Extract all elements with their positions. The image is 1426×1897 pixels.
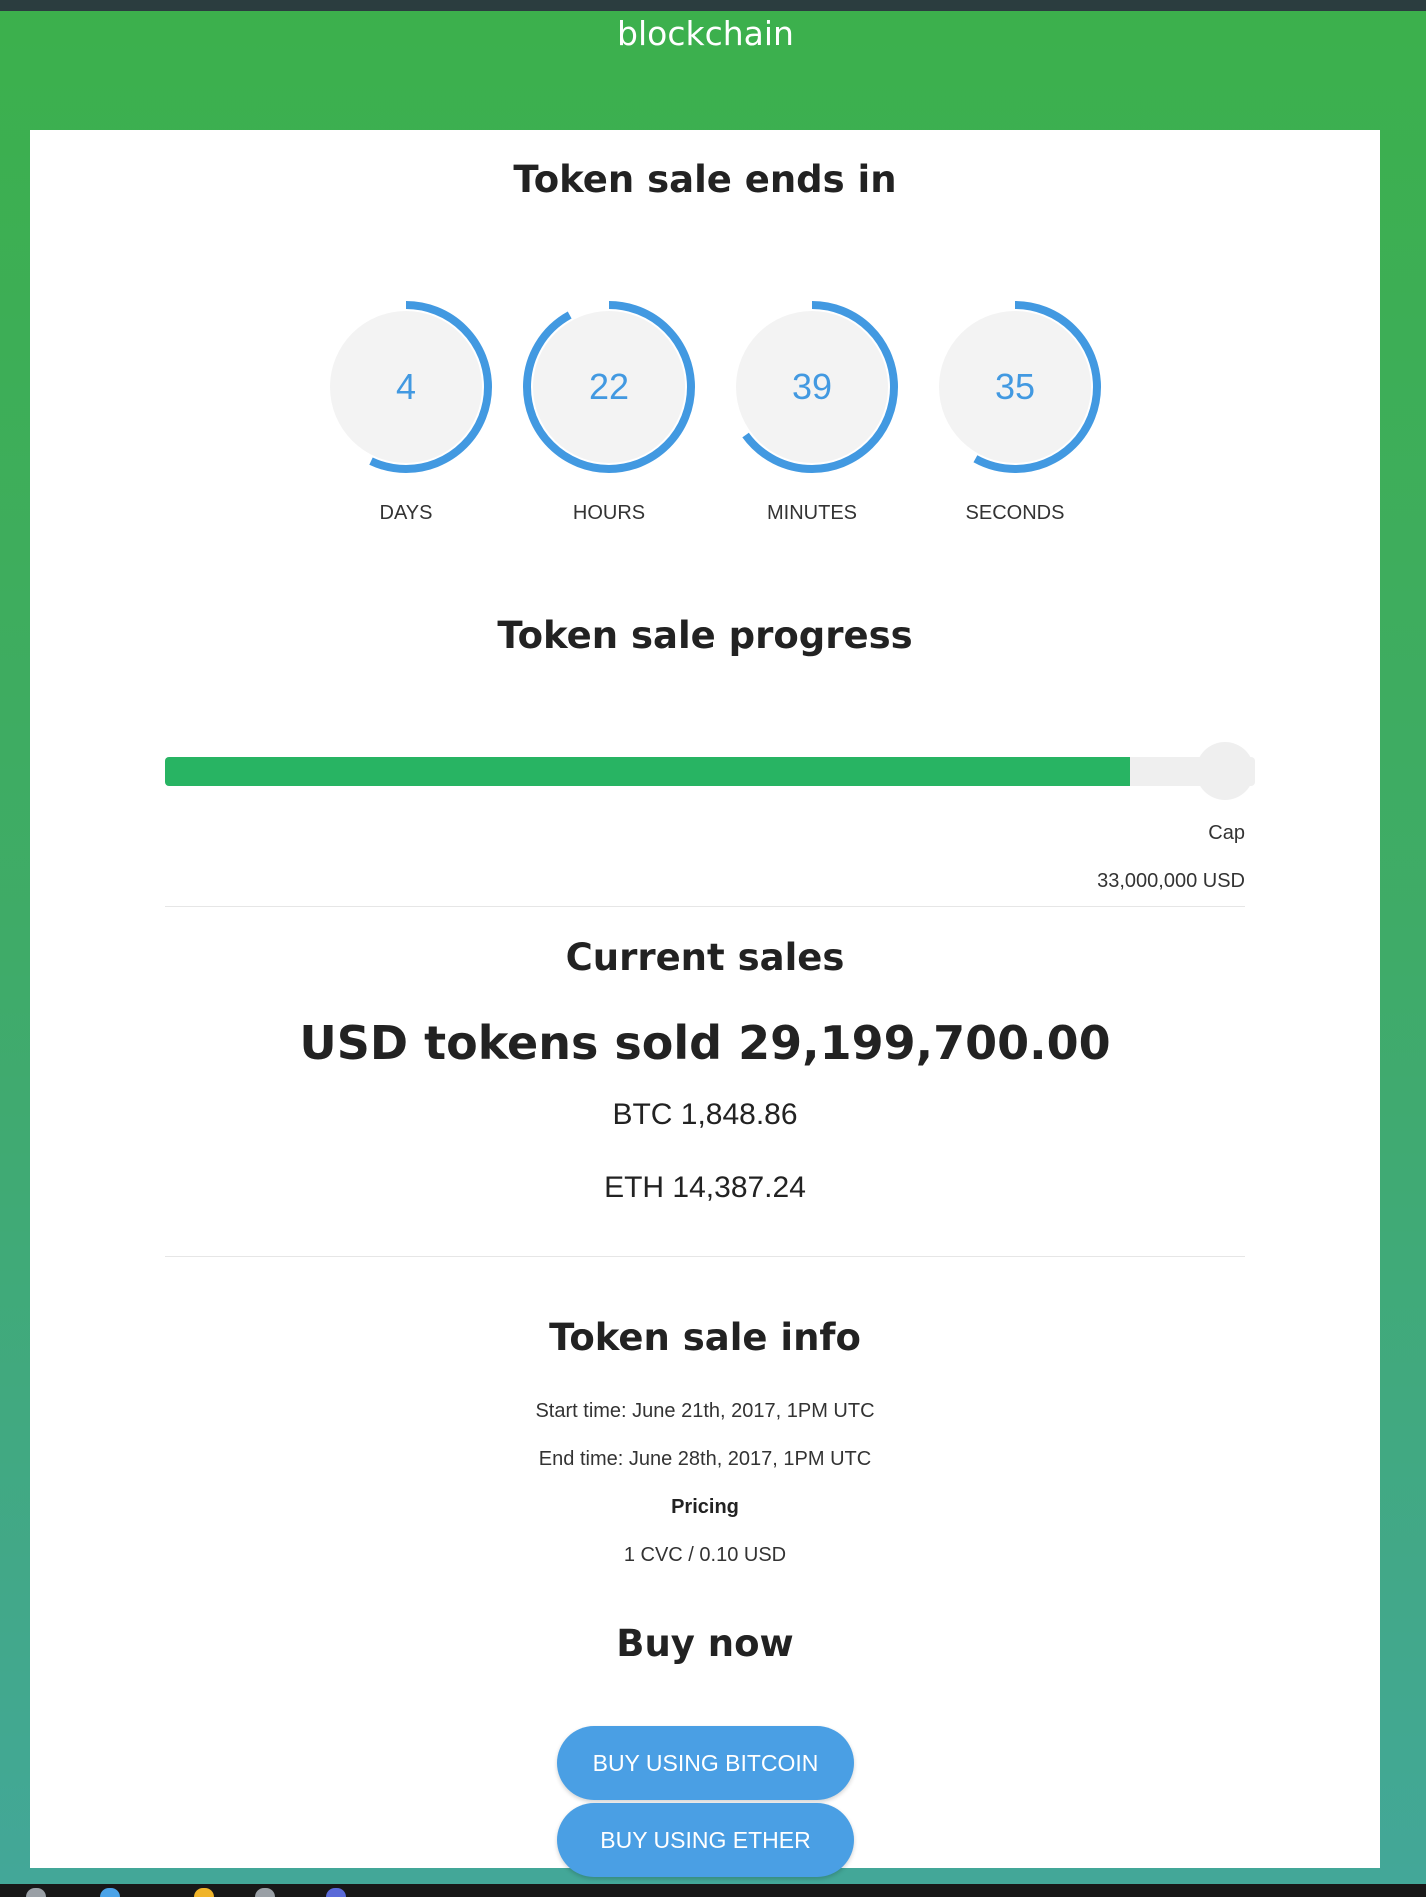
timer-hours: 22	[519, 297, 699, 477]
divider	[165, 906, 1245, 907]
timer-days: 4	[316, 297, 496, 477]
divider	[165, 1256, 1245, 1257]
taskbar-app-icon[interactable]	[255, 1888, 275, 1897]
timer-value: 39	[791, 366, 833, 407]
usd-tokens-sold: USD tokens sold 29,199,700.00	[299, 1016, 1111, 1070]
token-sale-card: Token sale ends in 4 22 39 35 DAYS HOURS…	[30, 130, 1380, 1877]
timer-label-hours: HOURS	[572, 502, 646, 524]
taskbar-app-icon[interactable]	[194, 1888, 214, 1897]
buy-bitcoin-button[interactable]: BUY USING BITCOIN	[557, 1726, 854, 1800]
end-time: End time: June 28th, 2017, 1PM UTC	[538, 1448, 872, 1470]
btc-amount: BTC 1,848.86	[612, 1098, 798, 1131]
cap-label: Cap	[1208, 822, 1245, 844]
taskbar-app-icon[interactable]	[326, 1888, 346, 1897]
browser-top-bar	[0, 0, 1426, 11]
countdown-title: Token sale ends in	[513, 158, 897, 201]
timer-value: 4	[395, 366, 417, 407]
sale-info-title: Token sale info	[549, 1316, 861, 1359]
timer-seconds: 35	[925, 297, 1105, 477]
cap-value: 33,000,000 USD	[1097, 870, 1245, 892]
progress-bar	[165, 757, 1255, 786]
start-time: Start time: June 21th, 2017, 1PM UTC	[535, 1400, 875, 1422]
timer-label-minutes: MINUTES	[767, 502, 857, 524]
timer-value: 35	[994, 366, 1036, 407]
taskbar-app-icon[interactable]	[100, 1888, 120, 1897]
progress-cap-marker	[1196, 742, 1254, 800]
current-sales-title: Current sales	[565, 936, 845, 979]
timer-minutes: 39	[722, 297, 902, 477]
timer-label-seconds: SECONDS	[965, 502, 1065, 524]
buy-ether-button[interactable]: BUY USING ETHER	[557, 1803, 854, 1877]
buy-now-title: Buy now	[616, 1622, 794, 1665]
eth-amount: ETH 14,387.24	[604, 1171, 806, 1204]
pricing-value: 1 CVC / 0.10 USD	[623, 1544, 787, 1566]
brand-title: blockchain	[617, 14, 794, 53]
progress-fill	[165, 757, 1130, 786]
timer-value: 22	[588, 366, 630, 407]
pricing-label: Pricing	[671, 1496, 739, 1518]
taskbar-app-icon[interactable]	[26, 1888, 46, 1897]
timer-label-days: DAYS	[379, 502, 433, 524]
progress-title: Token sale progress	[497, 614, 913, 657]
